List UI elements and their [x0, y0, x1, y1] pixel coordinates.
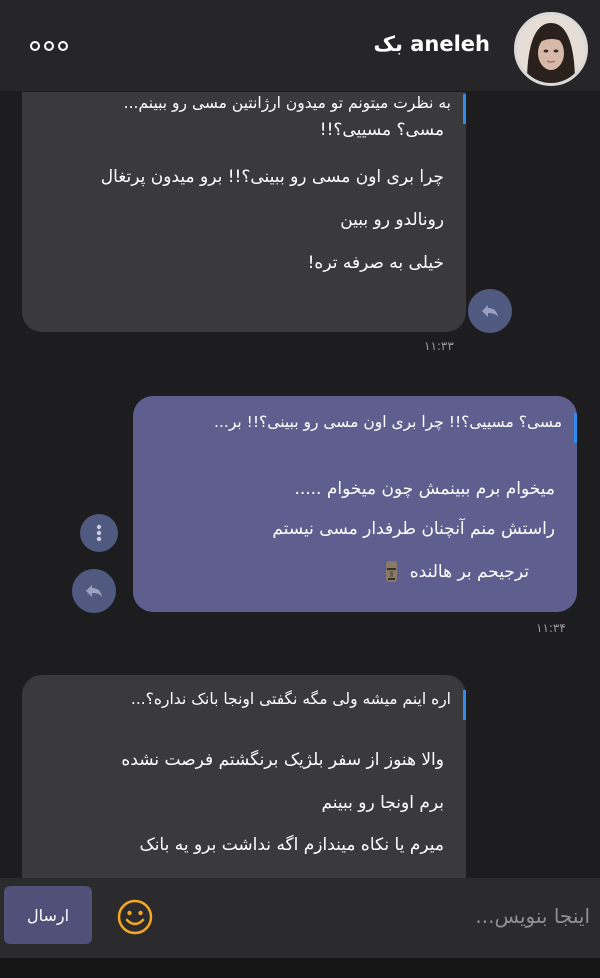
- message-input[interactable]: [180, 892, 592, 940]
- reply-arrow-icon: [86, 585, 102, 597]
- reply-quote[interactable]: مسی؟ مسییی؟!! چرا بری اون مسی رو ببینی؟!…: [133, 413, 577, 443]
- message-line: میرم یا نکاه میندازم اگه نداشت برو یه با…: [139, 835, 444, 855]
- message-bubble-incoming[interactable]: به نظرت میتونم تو میدون ارژانتین مسی رو …: [22, 92, 466, 332]
- reply-quote[interactable]: اره اینم میشه ولی مگه نگفتی اونجا بانک ن…: [22, 690, 466, 720]
- message-options-button[interactable]: [80, 514, 118, 552]
- contact-avatar[interactable]: [514, 12, 588, 86]
- send-button[interactable]: ارسال: [4, 886, 92, 944]
- message-list[interactable]: به نظرت میتونم تو میدون ارژانتین مسی رو …: [0, 92, 600, 878]
- emoji-icon[interactable]: [116, 898, 154, 936]
- message-line: مسی؟ مسییی؟!!: [319, 120, 444, 140]
- more-dots-icon[interactable]: [30, 38, 70, 54]
- system-nav-bar: [0, 958, 600, 978]
- chat-header: aneleh بک: [0, 0, 600, 92]
- message-time: ۱۱:۳۴: [536, 621, 566, 635]
- moai-emoji-icon: [384, 560, 400, 584]
- message-bubble-incoming[interactable]: اره اینم میشه ولی مگه نگفتی اونجا بانک ن…: [22, 675, 466, 878]
- message-line: رونالدو رو ببین: [340, 210, 444, 230]
- message-line: چرا بری اون مسی رو ببینی؟!! برو میدون پر…: [100, 167, 444, 187]
- message-line: میخوام برم ببینمش چون میخوام .....: [294, 479, 555, 499]
- message-composer: ارسال: [0, 878, 600, 958]
- message-line: برم اونجا رو ببینم: [321, 793, 444, 813]
- message-line: والا هنوز از سفر بلژیک برنگشتم فرصت نشده: [121, 750, 444, 770]
- contact-name[interactable]: aneleh بک: [374, 32, 490, 56]
- reply-arrow-icon: [482, 305, 498, 317]
- reply-button[interactable]: [468, 289, 512, 333]
- message-line: خیلی به صرفه تره!: [307, 253, 444, 273]
- reply-button[interactable]: [72, 569, 116, 613]
- message-line: راستش منم آنچنان طرفدار مسی نیستم: [272, 519, 555, 539]
- message-bubble-outgoing[interactable]: مسی؟ مسییی؟!! چرا بری اون مسی رو ببینی؟!…: [133, 396, 577, 612]
- message-line: ترجیحم بر هالنده: [409, 562, 529, 582]
- message-time: ۱۱:۳۳: [424, 339, 454, 353]
- vertical-dots-icon: [96, 524, 102, 542]
